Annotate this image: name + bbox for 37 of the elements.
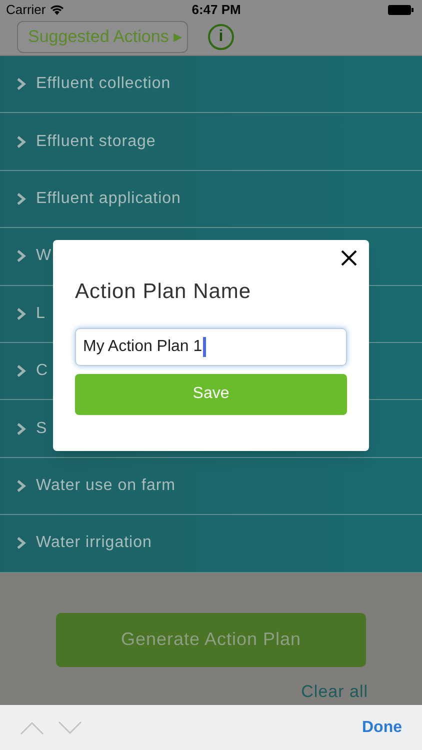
chevron-right-icon	[16, 306, 26, 321]
wifi-icon	[50, 5, 64, 15]
category-label: Water irrigation	[36, 533, 152, 554]
category-label: S	[36, 418, 48, 439]
chevron-right-icon	[16, 478, 26, 493]
category-row[interactable]: Effluent collection	[0, 56, 422, 114]
clock-time: 6:47 PM	[192, 1, 241, 20]
chevron-right-icon	[16, 536, 26, 550]
category-row[interactable]: Water irrigation	[0, 515, 422, 573]
category-row[interactable]: Effluent application	[0, 170, 422, 228]
chevron-right-icon	[16, 192, 26, 206]
done-button[interactable]: Done	[362, 716, 402, 740]
chevron-right-icon	[16, 364, 26, 378]
generate-action-plan-button[interactable]: Generate Action Plan	[56, 612, 366, 667]
category-label: Effluent collection	[36, 74, 171, 94]
category-label: L	[36, 304, 46, 324]
save-button[interactable]: Save	[75, 374, 347, 414]
chevron-right-icon	[16, 249, 26, 264]
category-label: Effluent storage	[36, 132, 156, 152]
category-label: Water use on farm	[36, 476, 176, 496]
dialog-title: Action Plan Name	[75, 279, 252, 305]
category-row[interactable]: Water use on farm	[0, 458, 422, 516]
category-label: W	[36, 246, 52, 266]
carrier-label: Carrier	[6, 1, 46, 20]
chevron-down-icon[interactable]	[58, 720, 82, 734]
battery-icon	[388, 5, 414, 15]
info-button[interactable]: i	[208, 24, 234, 50]
chevron-right-icon	[16, 422, 26, 436]
plan-name-input[interactable]: My Action Plan 1	[75, 328, 347, 366]
chevron-right-icon	[16, 134, 26, 149]
category-label: C	[36, 361, 48, 382]
category-row[interactable]: Effluent storage	[0, 113, 422, 171]
clear-all-link[interactable]: Clear all	[301, 678, 368, 704]
chevron-up-icon[interactable]	[20, 720, 44, 734]
category-label: Effluent application	[36, 188, 181, 209]
chevron-right-icon	[16, 77, 26, 92]
close-icon[interactable]	[341, 250, 357, 266]
